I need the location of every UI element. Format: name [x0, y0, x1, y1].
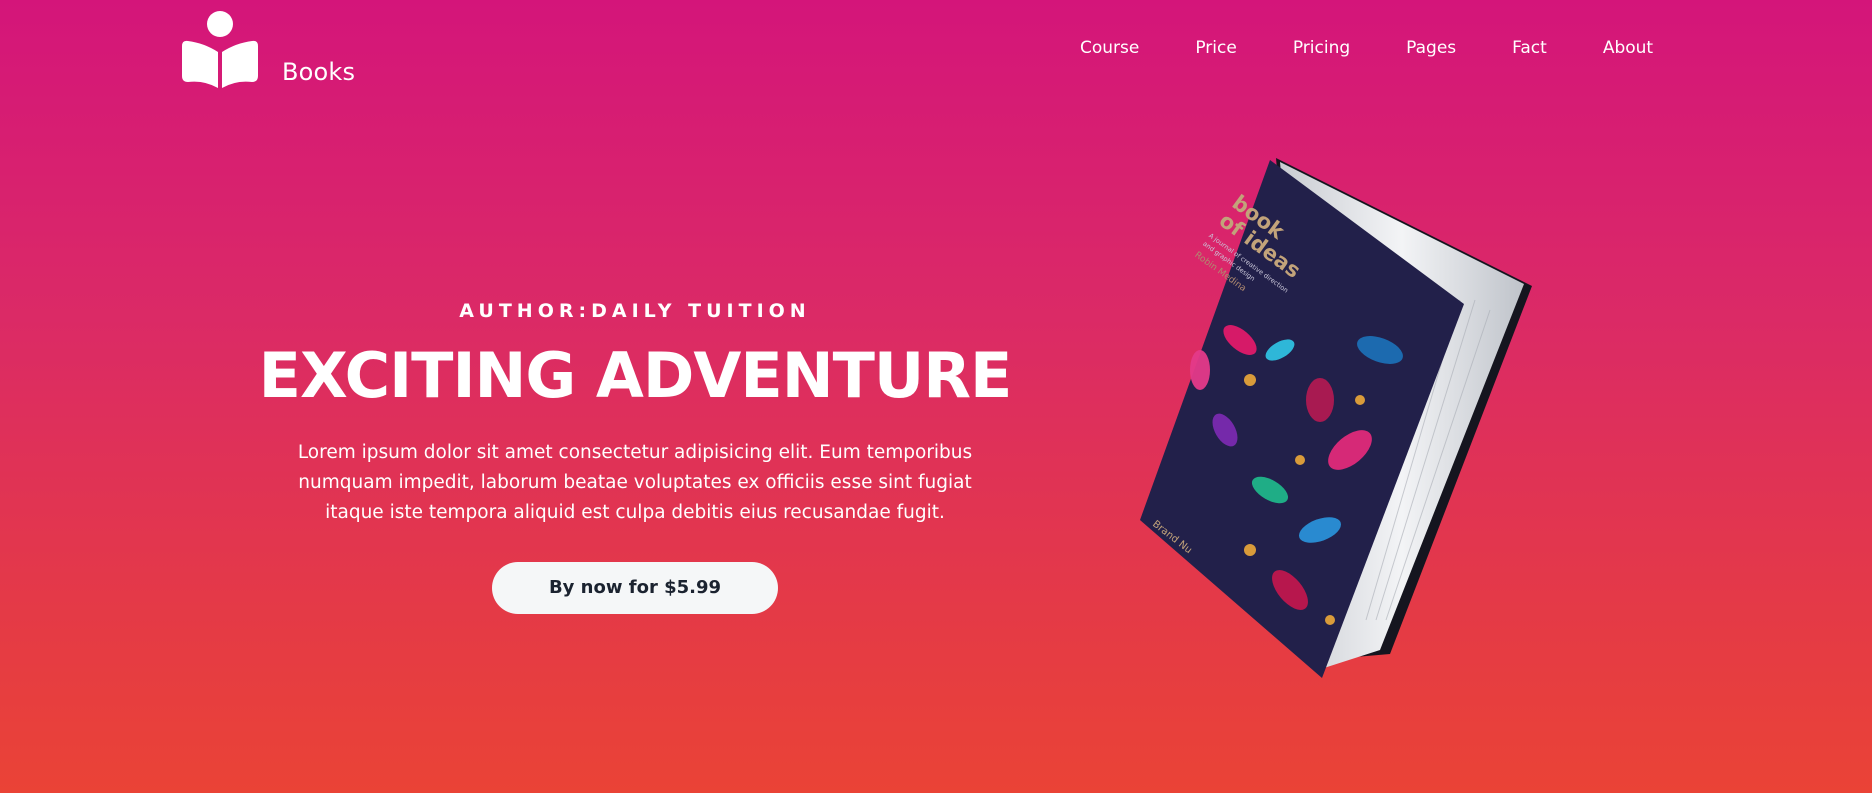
hero-section: AUTHOR:DAILY TUITION EXCITING ADVENTURE … [200, 300, 1070, 615]
nav-about[interactable]: About [1603, 38, 1653, 58]
hero-title: EXCITING ADVENTURE [258, 339, 1013, 412]
nav-course[interactable]: Course [1080, 38, 1139, 58]
brand-logo[interactable]: Books [180, 10, 355, 88]
brand-name: Books [282, 58, 356, 86]
hero-author: AUTHOR:DAILY TUITION [459, 300, 811, 322]
open-book-reader-icon [182, 11, 258, 88]
nav-pages[interactable]: Pages [1406, 38, 1456, 58]
nav-price[interactable]: Price [1195, 38, 1236, 58]
main-nav: Course Price Pricing Pages Fact About [1080, 38, 1653, 58]
hero-description: Lorem ipsum dolor sit amet consectetur a… [297, 442, 973, 524]
buy-button[interactable]: By now for $5.99 [492, 562, 778, 615]
nav-pricing[interactable]: Pricing [1293, 38, 1350, 58]
book-cover-image: book of ideas A journal of creative dire… [1140, 158, 1532, 678]
nav-fact[interactable]: Fact [1512, 38, 1547, 58]
